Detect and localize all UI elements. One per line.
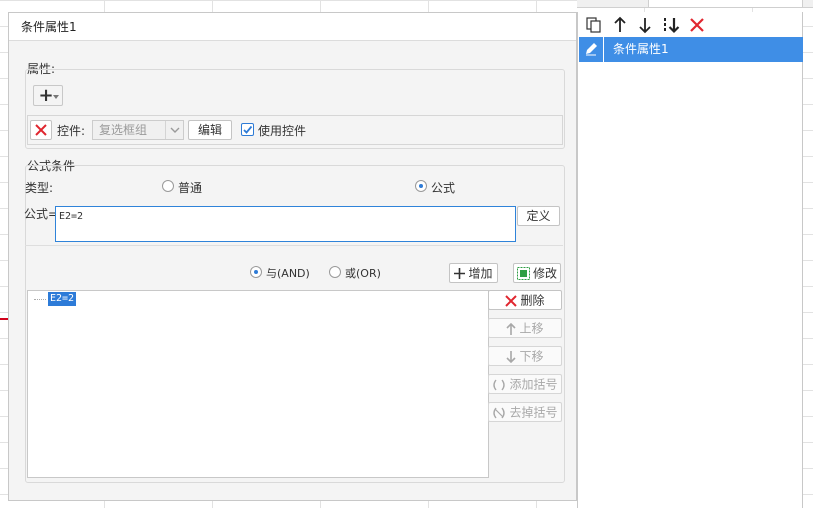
type-normal-radio[interactable]: [162, 180, 174, 192]
logic-and-radio[interactable]: [250, 266, 262, 278]
modify-icon: [516, 267, 530, 280]
move-up-button[interactable]: 上移: [488, 318, 562, 338]
right-panel-search-field[interactable]: [648, 0, 803, 8]
type-formula-radio[interactable]: [415, 180, 427, 192]
tree-line: [34, 299, 46, 300]
add-icon: +: [38, 84, 54, 106]
remove-control-button[interactable]: [30, 120, 52, 140]
close-icon: [505, 294, 518, 307]
arrow-down-icon: [506, 350, 517, 363]
move-down-item-button[interactable]: [635, 15, 655, 35]
checkmark-icon: [243, 125, 253, 134]
type-normal-label: 普通: [178, 181, 203, 195]
add-attribute-button[interactable]: +: [33, 85, 63, 106]
condition-list[interactable]: E2=2: [27, 290, 489, 478]
copy-button[interactable]: [584, 15, 604, 35]
copy-icon: [586, 17, 601, 33]
arrow-up-icon: [506, 322, 517, 335]
move-bottom-icon: [664, 18, 680, 34]
pencil-icon: [579, 37, 604, 62]
formula-input[interactable]: E2=2: [55, 206, 516, 242]
modify-condition-button[interactable]: 修改: [513, 263, 561, 283]
type-label: 类型:: [25, 181, 54, 195]
delete-icon: [690, 18, 704, 32]
use-control-label: 使用控件: [258, 124, 307, 138]
condition-attribute-list-panel: 条件属性1: [577, 12, 803, 508]
dialog-title: 条件属性1: [9, 13, 576, 41]
chevron-down-icon: [165, 121, 183, 139]
remove-bracket-icon: [493, 407, 506, 418]
delete-item-button[interactable]: [687, 15, 707, 35]
type-formula-label: 公式: [431, 181, 456, 195]
logic-or-radio[interactable]: [329, 266, 341, 278]
define-button[interactable]: 定义: [517, 206, 560, 226]
control-label: 控件:: [57, 124, 86, 138]
logic-or-label: 或(OR): [345, 267, 381, 280]
add-bracket-button[interactable]: 添加括号: [488, 374, 562, 394]
list-item-label: 条件属性1: [613, 42, 669, 56]
delete-condition-button[interactable]: 删除: [488, 290, 562, 310]
cell-error-marker: [0, 318, 8, 328]
use-control-checkbox[interactable]: [241, 123, 254, 136]
move-down-button[interactable]: 下移: [488, 346, 562, 366]
move-bottom-item-button[interactable]: [661, 15, 681, 35]
move-up-item-button[interactable]: [610, 15, 630, 35]
condition-attribute-dialog: 条件属性1 属性: + 控件: 复选框组 编辑 使用控件 公式条件 类型: 普通…: [8, 12, 577, 501]
divider: [25, 245, 563, 246]
control-select-value: 复选框组: [99, 123, 148, 137]
close-icon: [35, 124, 47, 136]
arrow-up-icon: [614, 16, 626, 32]
edit-button[interactable]: 编辑: [188, 120, 232, 140]
arrow-down-icon: [639, 18, 651, 34]
add-condition-button[interactable]: 增加: [449, 263, 498, 283]
formula-label: 公式=: [24, 207, 59, 221]
condition-item[interactable]: E2=2: [48, 292, 77, 306]
plus-icon: [454, 268, 466, 279]
remove-bracket-button[interactable]: 去掉括号: [488, 402, 562, 422]
list-item[interactable]: 条件属性1: [579, 37, 803, 62]
control-select[interactable]: 复选框组: [92, 120, 184, 140]
dropdown-arrow-icon: [53, 95, 59, 99]
bracket-icon: [493, 379, 506, 390]
logic-and-label: 与(AND): [266, 267, 310, 280]
